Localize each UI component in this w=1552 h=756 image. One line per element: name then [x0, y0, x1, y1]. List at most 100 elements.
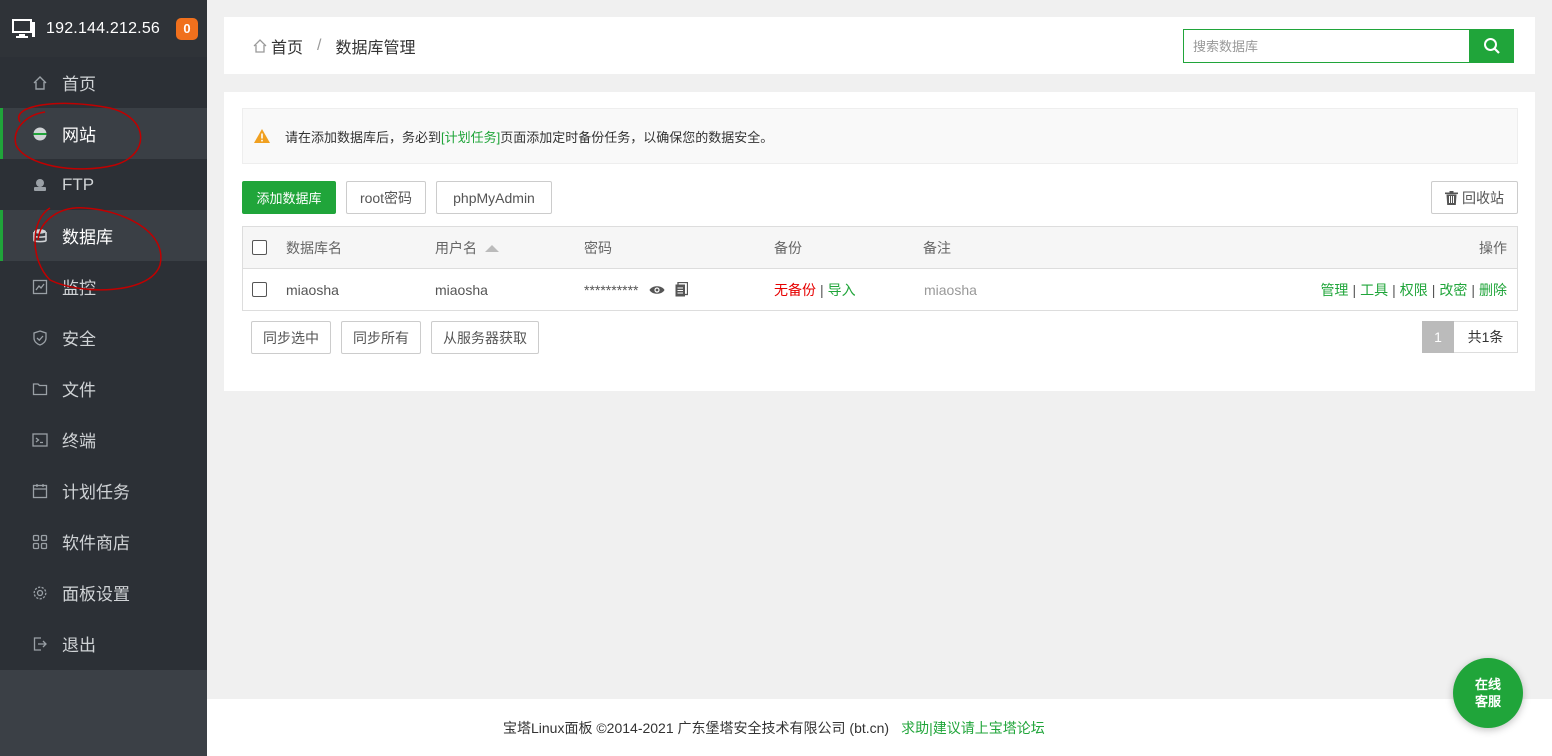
- service-label-line1: 在线: [1474, 677, 1501, 692]
- sidebar-item-monitor[interactable]: 监控: [0, 261, 207, 312]
- breadcrumb: 首页 / 数据库管理: [252, 34, 415, 58]
- change-password-link[interactable]: 改密: [1439, 282, 1467, 298]
- header-db-name[interactable]: 数据库名: [286, 238, 342, 258]
- ops-separator: |: [1431, 281, 1436, 298]
- sidebar-item-website[interactable]: 网站: [0, 108, 207, 159]
- select-all-checkbox[interactable]: [252, 240, 267, 255]
- notice-text-before: 请在添加数据库后，务必到: [285, 129, 442, 145]
- sidebar-item-label: 面板设置: [62, 585, 130, 604]
- sidebar-item-settings[interactable]: 面板设置: [0, 567, 207, 618]
- ops-cell: 管理 | 工具 | 权限 | 改密 | 删除: [1320, 280, 1507, 300]
- terminal-icon: [32, 432, 48, 448]
- header-note: 备注: [923, 239, 951, 256]
- add-database-button[interactable]: 添加数据库: [242, 181, 336, 214]
- delete-link[interactable]: 删除: [1479, 282, 1507, 298]
- sidebar-nav: 首页 网站 FTP 数据库 监控 安全 文件 终端 计划任务 软件商店 面板设置…: [0, 57, 207, 670]
- table-header: 数据库名 用户名 密码 备份 备注 操作: [243, 227, 1517, 269]
- table-row: miaosha miaosha ********** 无备份 | 导入 miaosh…: [243, 269, 1517, 310]
- backup-status-link[interactable]: 无备份: [774, 282, 816, 298]
- search-button[interactable]: [1469, 29, 1514, 63]
- ops-separator: |: [1392, 281, 1396, 298]
- search-input[interactable]: [1183, 29, 1469, 63]
- copyright-text: 宝塔Linux面板 ©2014-2021 广东堡塔安全技术有限公司 (bt.cn…: [503, 719, 890, 736]
- sidebar-item-home[interactable]: 首页: [0, 57, 207, 108]
- database-table: 数据库名 用户名 密码 备份 备注 操作 miaosha miaosha ***…: [242, 226, 1518, 311]
- gear-icon: [32, 585, 48, 601]
- home-icon: [253, 38, 267, 53]
- breadcrumb-separator: /: [317, 36, 322, 54]
- breadcrumb-home[interactable]: 首页: [271, 34, 303, 58]
- sort-asc-icon: [485, 245, 499, 253]
- tools-link[interactable]: 工具: [1360, 282, 1388, 298]
- sidebar-item-label: FTP: [62, 174, 95, 194]
- sidebar-item-security[interactable]: 安全: [0, 312, 207, 363]
- sidebar-item-cron[interactable]: 计划任务: [0, 465, 207, 516]
- manage-link[interactable]: 管理: [1320, 282, 1348, 298]
- page-current[interactable]: 1: [1422, 321, 1454, 353]
- backup-separator: |: [820, 281, 824, 298]
- database-icon: [32, 228, 48, 244]
- db-password-cell: **********: [584, 282, 689, 298]
- monitor-icon: [32, 279, 48, 295]
- pagination: 1 共1条: [1422, 321, 1518, 353]
- server-info-bar: 192.144.212.56 0: [0, 0, 207, 57]
- sidebar: 192.144.212.56 0 首页 网站 FTP 数据库 监控 安全 文件 …: [0, 0, 207, 756]
- service-label-line2: 客服: [1474, 694, 1501, 709]
- sidebar-item-database[interactable]: 数据库: [0, 210, 207, 261]
- notice-text-after: 页面添加定时备份任务，以确保您的数据安全。: [500, 129, 774, 145]
- row-checkbox[interactable]: [252, 282, 267, 297]
- calendar-icon: [32, 483, 48, 499]
- header-ops: 操作: [1479, 239, 1507, 256]
- apps-icon: [32, 534, 48, 550]
- header-username[interactable]: 用户名: [435, 238, 499, 258]
- sidebar-item-label: 软件商店: [62, 534, 130, 553]
- sidebar-item-files[interactable]: 文件: [0, 363, 207, 414]
- sidebar-item-store[interactable]: 软件商店: [0, 516, 207, 567]
- sidebar-item-logout[interactable]: 退出: [0, 618, 207, 669]
- home-icon: [32, 75, 48, 91]
- header-password: 密码: [584, 239, 612, 256]
- sidebar-item-terminal[interactable]: 终端: [0, 414, 207, 465]
- phpmyadmin-button[interactable]: phpMyAdmin: [436, 181, 552, 214]
- toolbar: 添加数据库 root密码 phpMyAdmin: [242, 181, 562, 214]
- sync-all-button[interactable]: 同步所有: [341, 321, 421, 354]
- server-ip: 192.144.212.56: [46, 19, 161, 37]
- fetch-from-server-button[interactable]: 从服务器获取: [431, 321, 539, 354]
- globe-icon: [32, 126, 48, 142]
- forum-link[interactable]: 求助|建议请上宝塔论坛: [901, 718, 1045, 738]
- ftp-icon: [32, 177, 48, 193]
- header-backup: 备份: [774, 239, 802, 256]
- eye-icon[interactable]: [649, 284, 665, 296]
- recycle-bin-button[interactable]: 回收站: [1431, 181, 1518, 214]
- sidebar-item-ftp[interactable]: FTP: [0, 159, 207, 210]
- import-link[interactable]: 导入: [828, 282, 856, 298]
- database-panel: 请在添加数据库后，务必到 [计划任务] 页面添加定时备份任务，以确保您的数据安全…: [224, 92, 1535, 391]
- logout-icon: [32, 636, 48, 652]
- copy-icon[interactable]: [675, 282, 689, 297]
- page-header: 首页 / 数据库管理: [224, 17, 1535, 74]
- breadcrumb-current: 数据库管理: [335, 39, 416, 57]
- db-name: miaosha: [286, 281, 339, 298]
- page-total: 共1条: [1454, 321, 1518, 353]
- ops-separator: |: [1352, 281, 1357, 298]
- cron-task-link[interactable]: [计划任务]: [441, 127, 500, 146]
- recycle-bin-label: 回收站: [1462, 189, 1504, 206]
- header-username-label: 用户名: [435, 239, 477, 256]
- root-password-button[interactable]: root密码: [346, 181, 426, 214]
- sidebar-item-label: 安全: [62, 330, 96, 349]
- online-service-button[interactable]: 在线 客服: [1453, 658, 1523, 728]
- sync-toolbar: 同步选中 同步所有 从服务器获取: [251, 321, 549, 354]
- trash-icon: [1445, 190, 1458, 205]
- search-icon: [1483, 38, 1500, 54]
- sidebar-item-label: 数据库: [62, 228, 113, 247]
- warning-icon: [254, 129, 270, 143]
- sidebar-item-label: 终端: [62, 432, 96, 451]
- sidebar-item-label: 文件: [62, 381, 96, 400]
- db-note[interactable]: miaosha: [924, 282, 977, 298]
- permission-link[interactable]: 权限: [1400, 282, 1428, 298]
- footer: 宝塔Linux面板 ©2014-2021 广东堡塔安全技术有限公司 (bt.cn…: [207, 699, 1552, 756]
- backup-cell: 无备份 | 导入: [774, 280, 856, 300]
- sync-selected-button[interactable]: 同步选中: [251, 321, 331, 354]
- search-box: [1183, 29, 1514, 63]
- notification-badge[interactable]: 0: [176, 17, 199, 40]
